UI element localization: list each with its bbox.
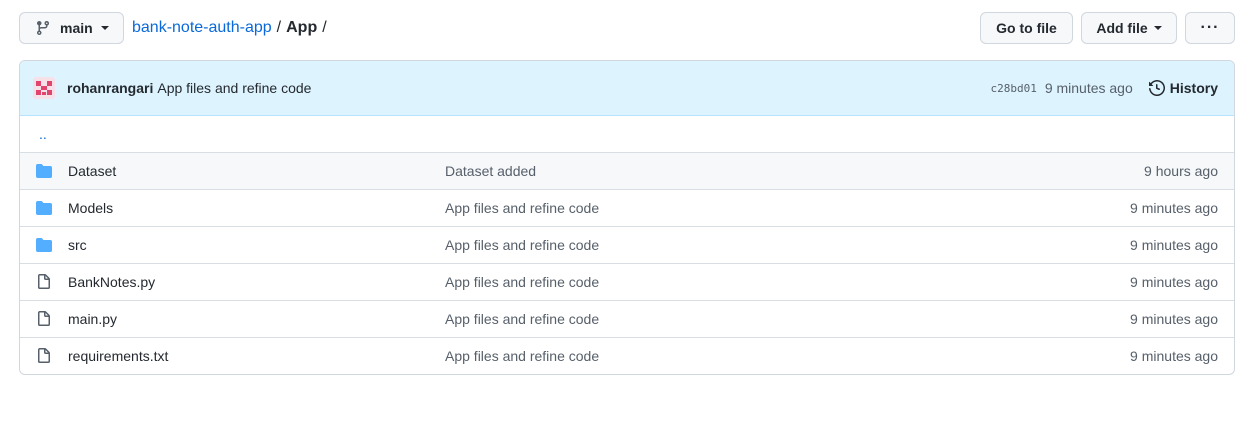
folder-icon xyxy=(36,237,52,253)
file-row[interactable]: BankNotes.py App files and refine code 9… xyxy=(20,263,1234,300)
chevron-down-icon xyxy=(100,26,109,30)
repo-navigation-bar: main bank-note-auth-app / App / Go to fi… xyxy=(19,12,1235,44)
file-commit-message-link[interactable]: Dataset added xyxy=(445,163,1144,179)
file-age: 9 minutes ago xyxy=(1130,237,1218,253)
file-icon xyxy=(36,274,52,290)
go-to-file-button[interactable]: Go to file xyxy=(980,12,1073,44)
branch-select-button[interactable]: main xyxy=(19,12,124,44)
file-icon xyxy=(36,348,52,364)
file-row[interactable]: main.py App files and refine code 9 minu… xyxy=(20,300,1234,337)
breadcrumb-separator: / xyxy=(322,19,327,36)
commit-sha-link[interactable]: c28bd01 xyxy=(990,82,1036,95)
history-icon xyxy=(1148,80,1165,96)
file-row[interactable]: requirements.txt App files and refine co… xyxy=(20,337,1234,374)
file-age: 9 minutes ago xyxy=(1130,348,1218,364)
parent-directory-link[interactable]: .. xyxy=(20,116,1234,152)
file-name-link[interactable]: requirements.txt xyxy=(68,348,445,364)
file-icon xyxy=(36,311,52,327)
file-commit-message-link[interactable]: App files and refine code xyxy=(445,274,1130,290)
file-row[interactable]: Dataset Dataset added 9 hours ago xyxy=(20,152,1234,189)
git-branch-icon xyxy=(35,20,51,36)
latest-commit-bar: rohanrangari App files and refine code c… xyxy=(20,61,1234,116)
avatar[interactable] xyxy=(33,77,55,99)
commit-meta: c28bd01 9 minutes ago History xyxy=(990,80,1218,96)
file-age: 9 minutes ago xyxy=(1130,274,1218,290)
commit-message-link[interactable]: App files and refine code xyxy=(157,80,311,96)
file-age: 9 hours ago xyxy=(1144,163,1218,179)
file-browser: rohanrangari App files and refine code c… xyxy=(19,60,1235,375)
more-options-button[interactable]: ··· xyxy=(1185,12,1235,44)
file-row[interactable]: Models App files and refine code 9 minut… xyxy=(20,189,1234,226)
file-name-link[interactable]: main.py xyxy=(68,311,445,327)
history-link[interactable]: History xyxy=(1148,80,1218,96)
add-file-label: Add file xyxy=(1096,20,1148,36)
breadcrumb: bank-note-auth-app / App / xyxy=(132,19,332,37)
folder-icon xyxy=(36,200,52,216)
file-commit-message-link[interactable]: App files and refine code xyxy=(445,200,1130,216)
file-name-link[interactable]: Models xyxy=(68,200,445,216)
file-name-link[interactable]: Dataset xyxy=(68,163,445,179)
file-commit-message-link[interactable]: App files and refine code xyxy=(445,237,1130,253)
folder-icon xyxy=(36,163,52,179)
breadcrumb-separator: / xyxy=(276,19,282,36)
commit-author-link[interactable]: rohanrangari xyxy=(67,80,153,96)
file-name-link[interactable]: BankNotes.py xyxy=(68,274,445,290)
branch-label: main xyxy=(60,20,93,36)
file-name-link[interactable]: src xyxy=(68,237,445,253)
breadcrumb-repo-link[interactable]: bank-note-auth-app xyxy=(132,19,272,37)
file-age: 9 minutes ago xyxy=(1130,311,1218,327)
commit-time: 9 minutes ago xyxy=(1044,80,1133,96)
chevron-down-icon xyxy=(1153,26,1162,30)
file-row[interactable]: src App files and refine code 9 minutes … xyxy=(20,226,1234,263)
repo-actions: Go to file Add file ··· xyxy=(980,12,1235,44)
file-age: 9 minutes ago xyxy=(1130,200,1218,216)
history-label: History xyxy=(1169,80,1218,96)
add-file-button[interactable]: Add file xyxy=(1081,12,1177,44)
breadcrumb-current-dir: App xyxy=(286,19,318,36)
file-commit-message-link[interactable]: App files and refine code xyxy=(445,311,1130,327)
file-commit-message-link[interactable]: App files and refine code xyxy=(445,348,1130,364)
